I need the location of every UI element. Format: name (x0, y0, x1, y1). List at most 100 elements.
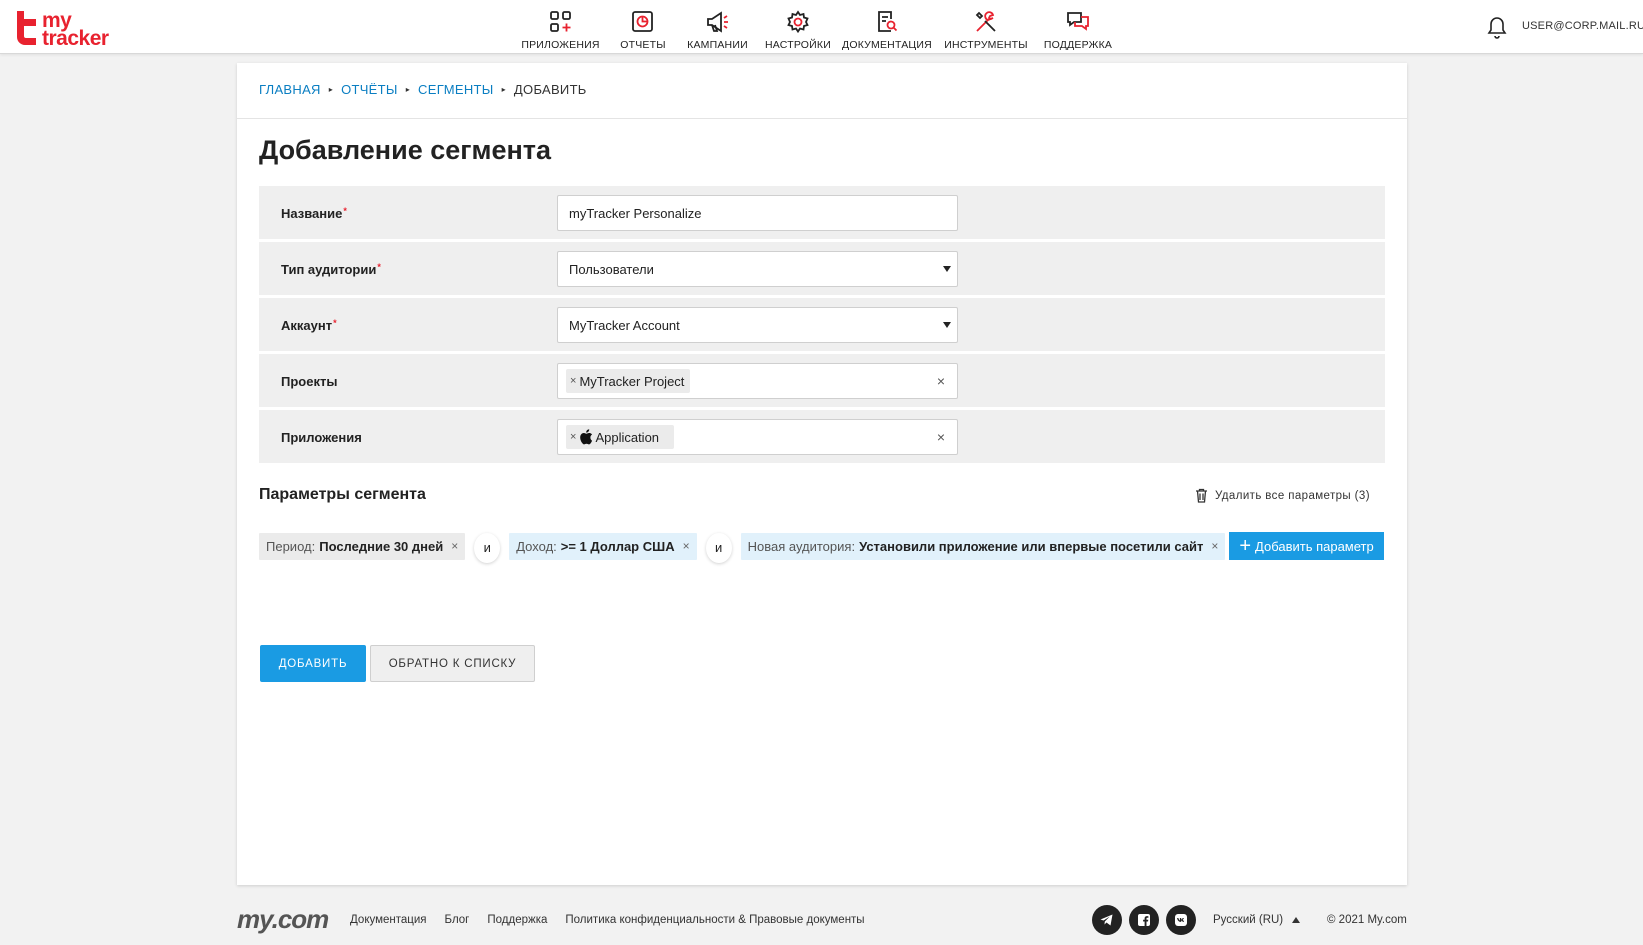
footer-link-support[interactable]: Поддержка (487, 914, 547, 926)
name-label: Название* (281, 206, 347, 221)
vk-link[interactable] (1166, 905, 1196, 935)
caret-up-icon (1292, 917, 1301, 923)
mytracker-logo-mark-icon (17, 11, 36, 45)
breadcrumb-home[interactable]: ГЛАВНАЯ (259, 82, 321, 97)
mycom-logo[interactable]: my.com (237, 904, 329, 935)
nav-item-settings[interactable]: НАСТРОЙКИ (758, 0, 838, 54)
footer-links: Документация Блог Поддержка Политика кон… (350, 914, 883, 926)
nav-label-apps: ПРИЛОЖЕНИЯ (521, 39, 600, 51)
apple-icon (580, 429, 593, 445)
projects-multiselect[interactable]: × MyTracker Project × (557, 363, 958, 399)
language-selector[interactable]: Русский (RU) (1213, 914, 1301, 926)
chat-icon (1067, 12, 1089, 31)
copyright: © 2021 My.com (1327, 914, 1407, 926)
nav-item-apps[interactable]: ПРИЛОЖЕНИЯ (512, 0, 609, 54)
param-value: >= 1 Доллар США (560, 538, 675, 554)
applications-label: Приложения (281, 430, 362, 445)
dropdown-caret-icon (943, 266, 951, 272)
account-select[interactable]: MyTracker Account (557, 307, 958, 343)
top-navigation-bar: my tracker ПРИЛОЖЕНИЯ ОТЧЕТЫ КАМПАНИИ НА… (0, 0, 1643, 54)
breadcrumb-reports[interactable]: ОТЧЁТЫ (341, 82, 398, 97)
nav-label-documentation: ДОКУМЕНТАЦИЯ (842, 39, 932, 51)
dropdown-caret-icon (943, 322, 951, 328)
param-value: Последние 30 дней (319, 538, 444, 554)
telegram-icon (1100, 914, 1113, 926)
param-tag-revenue[interactable]: Доход: >= 1 Доллар США × (509, 532, 697, 560)
clear-icon[interactable]: × (937, 373, 945, 389)
mytracker-logo[interactable]: my tracker (14, 9, 114, 50)
audience-type-label: Тип аудитории* (281, 262, 381, 277)
delete-all-params-label: Удалить все параметры (3) (1215, 489, 1370, 502)
param-key: Доход: (516, 538, 557, 554)
nav-label-tools: ИНСТРУМЕНТЫ (944, 39, 1028, 51)
social-links (1092, 905, 1203, 935)
footer-link-docs[interactable]: Документация (350, 914, 427, 926)
clear-icon[interactable]: × (937, 429, 945, 445)
account-label: Аккаунт* (281, 318, 337, 333)
param-key: Новая аудитория: (747, 538, 856, 554)
add-param-button[interactable]: + Добавить параметр (1229, 532, 1384, 560)
main-nav: ПРИЛОЖЕНИЯ ОТЧЕТЫ КАМПАНИИ НАСТРОЙКИ ДОК… (512, 0, 1120, 54)
facebook-link[interactable] (1129, 905, 1159, 935)
language-label: Русский (RU) (1213, 914, 1284, 926)
param-key: Период: (266, 538, 316, 554)
projects-label: Проекты (281, 374, 338, 389)
footer-link-blog[interactable]: Блог (445, 914, 470, 926)
required-mark: * (333, 318, 337, 328)
param-remove-icon[interactable]: × (451, 539, 458, 553)
segment-params-title: Параметры сегмента (259, 486, 426, 503)
param-remove-icon[interactable]: × (1211, 539, 1218, 553)
megaphone-icon (706, 11, 728, 33)
nav-item-campaigns[interactable]: КАМПАНИИ (677, 0, 758, 54)
nav-item-tools[interactable]: ИНСТРУМЕНТЫ (936, 0, 1036, 54)
required-mark: * (343, 206, 347, 216)
chip-remove-icon[interactable]: × (570, 431, 576, 443)
param-tag-new-audience[interactable]: Новая аудитория: Установили приложение и… (740, 532, 1226, 560)
user-email[interactable]: USER@CORP.MAIL.RU (1522, 20, 1643, 32)
audience-type-value: Пользователи (569, 262, 654, 277)
telegram-link[interactable] (1092, 905, 1122, 935)
back-to-list-button[interactable]: ОБРАТНО К СПИСКУ (370, 645, 535, 682)
account-value: MyTracker Account (569, 318, 680, 333)
logo-text-tracker: tracker (42, 27, 109, 50)
form-row-name: Название* myTracker Personalize (259, 186, 1385, 239)
nav-item-support[interactable]: ПОДДЕРЖКА (1036, 0, 1120, 54)
form-row-account: Аккаунт* MyTracker Account (259, 298, 1385, 351)
breadcrumb-segments[interactable]: СЕГМЕНТЫ (418, 82, 494, 97)
and-connector: и (474, 532, 501, 563)
breadcrumb-current: ДОБАВИТЬ (513, 82, 587, 97)
reports-icon (632, 11, 653, 32)
gear-icon (787, 10, 809, 34)
nav-item-documentation[interactable]: ДОКУМЕНТАЦИЯ (838, 0, 936, 54)
form-row-projects: Проекты × MyTracker Project × (259, 354, 1385, 407)
name-input[interactable]: myTracker Personalize (557, 195, 958, 231)
footer: my.com Документация Блог Поддержка Полит… (237, 900, 1407, 940)
application-chip: × Application (566, 425, 674, 449)
document-search-icon (878, 11, 898, 32)
add-button[interactable]: ДОБАВИТЬ (260, 645, 366, 682)
content-card: ГЛАВНАЯ ▸ ОТЧЁТЫ ▸ СЕГМЕНТЫ ▸ ДОБАВИТЬ Д… (237, 63, 1407, 885)
segment-form: Название* myTracker Personalize Тип ауди… (259, 186, 1385, 466)
plus-icon: + (1239, 535, 1252, 557)
breadcrumb-separator-icon: ▸ (328, 85, 334, 94)
breadcrumb: ГЛАВНАЯ ▸ ОТЧЁТЫ ▸ СЕГМЕНТЫ ▸ ДОБАВИТЬ (259, 82, 587, 97)
vk-icon (1175, 914, 1187, 926)
name-input-value: myTracker Personalize (569, 206, 702, 221)
required-mark: * (377, 262, 381, 272)
chip-remove-icon[interactable]: × (570, 375, 576, 387)
application-chip-label: Application (595, 429, 660, 445)
nav-label-reports: ОТЧЕТЫ (620, 39, 666, 51)
footer-link-privacy[interactable]: Политика конфиденциальности & Правовые д… (565, 914, 864, 926)
project-chip-label: MyTracker Project (579, 373, 685, 389)
applications-multiselect[interactable]: × Application × (557, 419, 958, 455)
notifications-bell-icon[interactable] (1486, 15, 1508, 39)
params-row: Период: Последние 30 дней × и Доход: >= … (259, 531, 1384, 563)
form-row-applications: Приложения × Application × (259, 410, 1385, 463)
param-remove-icon[interactable]: × (683, 539, 690, 553)
audience-type-select[interactable]: Пользователи (557, 251, 958, 287)
tools-icon (975, 11, 996, 32)
divider (237, 118, 1407, 119)
param-tag-period[interactable]: Период: Последние 30 дней × (259, 532, 466, 560)
delete-all-params-button[interactable]: Удалить все параметры (3) (1195, 488, 1370, 503)
nav-item-reports[interactable]: ОТЧЕТЫ (609, 0, 677, 54)
